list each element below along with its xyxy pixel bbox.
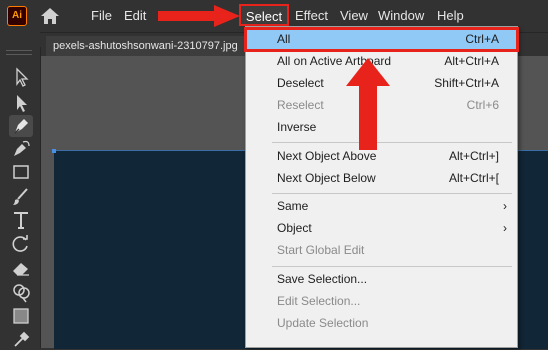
chevron-right-icon: › — [503, 221, 507, 235]
menu-separator — [272, 193, 512, 194]
arrow-right-annotation-icon — [158, 5, 240, 27]
paintbrush-tool-icon[interactable] — [9, 186, 33, 208]
menu-separator — [272, 142, 512, 143]
panel-grip[interactable] — [6, 50, 32, 55]
rectangle-tool-icon[interactable] — [9, 161, 33, 183]
illustrator-logo: Ai — [7, 6, 27, 26]
artboard-corner-handle — [52, 149, 56, 153]
shape-builder-tool-icon[interactable] — [9, 281, 33, 303]
direct-selection-tool-icon[interactable] — [9, 92, 33, 114]
highlight-box-all — [244, 27, 519, 52]
pen-tool-icon[interactable] — [9, 115, 33, 137]
gradient-tool-icon[interactable] — [9, 305, 33, 327]
document-tab[interactable]: pexels-ashutoshsonwani-2310797.jpg — [46, 36, 246, 56]
menu-item-start-global-edit: Start Global Edit — [277, 243, 365, 257]
selection-tool-icon[interactable] — [9, 66, 33, 88]
menu-item-object[interactable]: Object › — [246, 217, 517, 239]
chevron-right-icon: › — [503, 199, 507, 213]
menu-item-next-object-below[interactable]: Next Object Below Alt+Ctrl+[ — [246, 167, 517, 189]
home-icon[interactable] — [40, 7, 60, 25]
menu-item-same[interactable]: Same › — [246, 195, 517, 217]
curvature-tool-icon[interactable] — [9, 138, 33, 160]
eyedropper-tool-icon[interactable] — [9, 328, 33, 350]
menu-separator — [272, 266, 512, 267]
rotate-tool-icon[interactable] — [9, 233, 33, 255]
arrow-up-annotation-icon — [346, 58, 390, 150]
menu-item-update-selection: Update Selection — [277, 316, 369, 330]
menu-item-edit-selection: Edit Selection... — [277, 294, 361, 308]
type-tool-icon[interactable] — [9, 209, 33, 231]
menu-select[interactable]: Select — [239, 4, 289, 26]
menu-item-save-selection[interactable]: Save Selection... — [246, 268, 517, 290]
menu-edit[interactable]: Edit — [124, 0, 146, 32]
menu-file[interactable]: File — [91, 0, 112, 32]
eraser-tool-icon[interactable] — [9, 257, 33, 279]
